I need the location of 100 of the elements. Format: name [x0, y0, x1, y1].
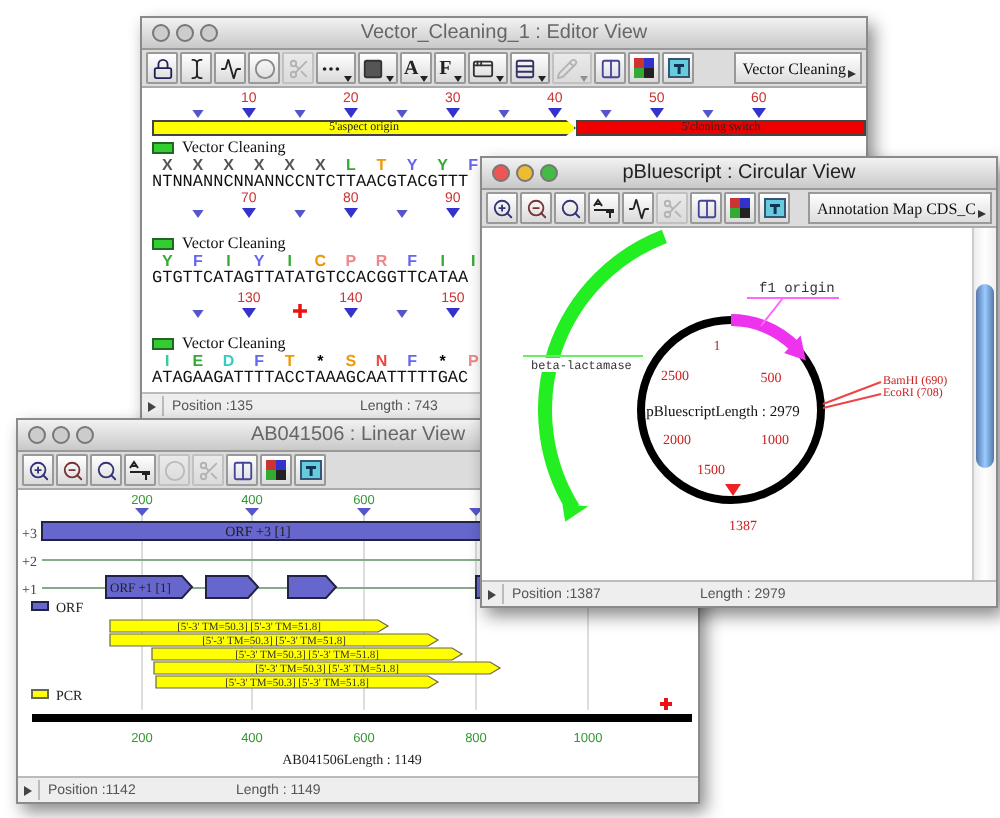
amino-acid: N [373, 352, 390, 370]
toolbar-button[interactable] [594, 52, 627, 84]
columns-icon [599, 57, 622, 79]
dna-sequence: NTNNANNCNNANNCCNTCTTAACGTACGTTT [152, 174, 469, 192]
toolbar-button[interactable] [690, 192, 722, 224]
toolbar-button[interactable] [628, 52, 661, 84]
amino-acid: T [374, 156, 389, 174]
caret-icon [386, 74, 394, 82]
text-panel-icon [667, 58, 690, 78]
scrollbar[interactable] [972, 228, 996, 580]
text-panel-icon [763, 198, 785, 218]
track-label: Vector Cleaning [182, 234, 286, 252]
tick-marker-icon [245, 508, 259, 516]
zoom-in-icon [491, 197, 513, 219]
caret-icon [496, 74, 505, 82]
toolbar-button[interactable] [22, 454, 54, 486]
amino-acid: D [220, 352, 237, 370]
toolbar-button[interactable] [758, 192, 790, 224]
zoom-out-icon [61, 459, 83, 481]
amino-acid: E [190, 352, 206, 370]
dna-sequence: ATAGAAGATTTTACCTAAAGCAATTTTTGAC [152, 370, 469, 388]
caret-icon [978, 210, 986, 218]
dropdown-button[interactable]: Annotation Map CDS_C [808, 192, 992, 224]
legend-swatch [31, 689, 49, 699]
scissors-icon [197, 459, 219, 481]
tick-marker-icon [357, 508, 371, 516]
amino-acid: P [465, 352, 481, 370]
toolbar-button[interactable] [622, 192, 654, 224]
circle-icon [253, 57, 275, 79]
leader-line [822, 381, 882, 409]
window-icon [472, 57, 495, 79]
amino-acid: X [312, 156, 328, 174]
amino-acid: * [315, 352, 326, 370]
wave-icon [627, 197, 649, 219]
toolbar-button[interactable]: F [434, 52, 467, 84]
amino-acid: F [191, 252, 205, 270]
amino-acid: * [437, 352, 448, 370]
toolbar-button[interactable] [56, 454, 88, 486]
orf-arrow [205, 575, 260, 599]
amino-acid: X [251, 156, 267, 174]
toolbar-button[interactable] [316, 52, 356, 84]
wave-icon [219, 57, 241, 79]
orf-arrow [105, 575, 194, 599]
toolbar-button[interactable] [214, 52, 246, 84]
toolbar-button[interactable] [124, 454, 156, 486]
toolbar-button[interactable] [520, 192, 552, 224]
track-swatch [152, 141, 174, 153]
window-title: Vector_Cleaning_1 : Editor View [360, 22, 648, 44]
toolbar-button[interactable] [226, 454, 258, 486]
tick-marker-icon [135, 508, 149, 516]
rows-icon [514, 57, 537, 79]
columns-icon [231, 459, 253, 481]
track-swatch [152, 337, 174, 349]
scissors-icon [661, 197, 683, 219]
toolbar-button[interactable] [554, 192, 586, 224]
window-title: pBluescript : Circular View [622, 162, 856, 184]
amino-acid: I [438, 252, 447, 270]
toolbar-button[interactable] [146, 52, 178, 84]
amino-acid: I [469, 252, 478, 270]
toolbar-button[interactable] [358, 52, 398, 84]
dna-sequence: GTGTTCATAGTTATATGTCCACGGTTCATAA [152, 270, 469, 288]
orf-arrow [287, 575, 338, 599]
toolbar-button[interactable] [510, 52, 551, 84]
toolbar-button[interactable] [724, 192, 756, 224]
amino-acid: I [224, 252, 233, 270]
color-grid-icon [730, 198, 750, 218]
toolbar-button[interactable] [90, 454, 122, 486]
amino-acid: C [312, 252, 329, 270]
caret-icon [148, 401, 156, 411]
track-label: Vector Cleaning [182, 334, 286, 352]
toolbar-button[interactable]: A [400, 52, 433, 84]
scroll-thumb[interactable] [976, 284, 994, 468]
amino-acid: L [343, 156, 358, 174]
amino-acid: X [282, 156, 297, 174]
toolbar-button[interactable] [180, 52, 212, 84]
columns-icon [695, 197, 717, 219]
cursor-marker-icon [725, 484, 741, 496]
legend-swatch [31, 601, 49, 611]
amino-acid: R [373, 252, 390, 270]
toolbar-button[interactable] [486, 192, 518, 224]
caret-icon [344, 74, 352, 82]
amino-acid: Y [435, 156, 450, 174]
zoom-out-icon [525, 197, 547, 219]
caret-icon [538, 74, 547, 82]
caret-icon [580, 74, 589, 82]
toolbar-button[interactable] [468, 52, 509, 84]
scissors-icon [287, 57, 309, 79]
amino-acid: I [163, 352, 172, 370]
amino-acid: F [252, 352, 266, 370]
amino-acid: Y [159, 252, 175, 270]
toolbar-button[interactable] [294, 454, 326, 486]
dropdown-button[interactable]: Vector Cleaning [734, 52, 862, 84]
amino-acid: F [468, 156, 481, 174]
text-panel-icon [299, 460, 321, 480]
toolbar-button[interactable] [260, 454, 292, 486]
sort-icon [128, 460, 152, 480]
toolbar-button[interactable] [588, 192, 620, 224]
toolbar-button[interactable] [662, 52, 695, 84]
leader-line [522, 355, 644, 357]
square-icon [362, 57, 384, 79]
